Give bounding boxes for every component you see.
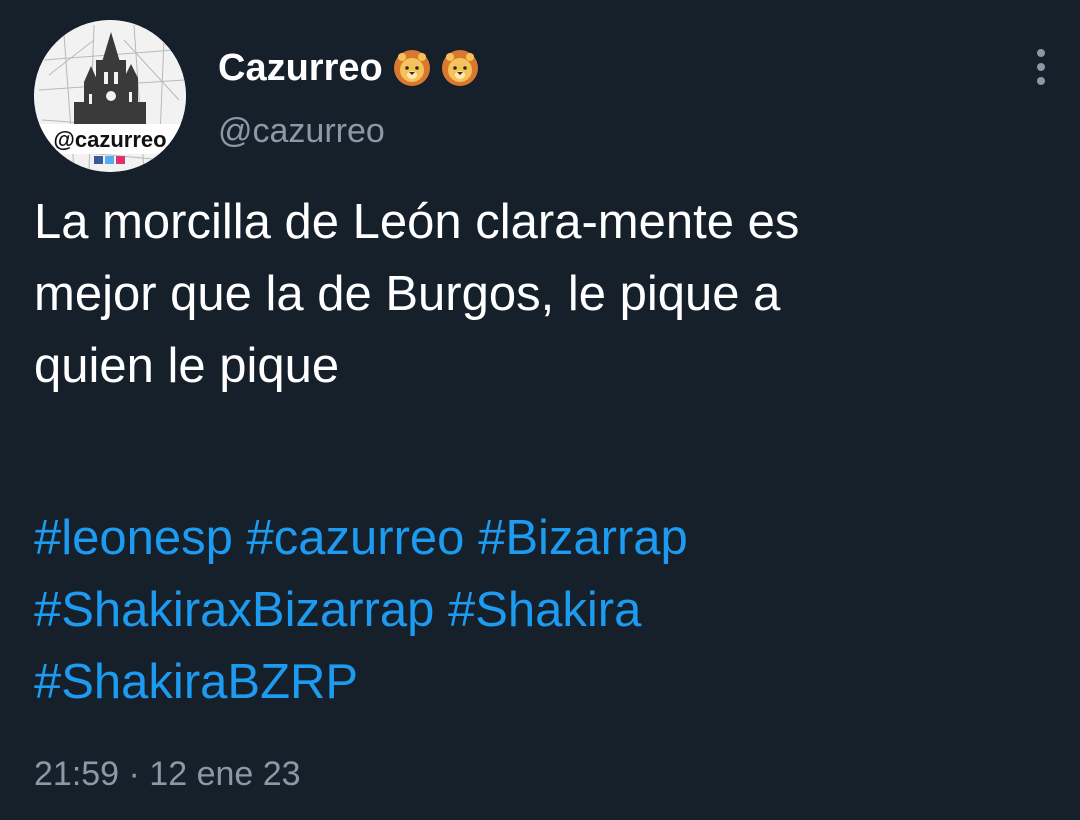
avatar-label: @cazurreo [53,127,166,152]
tweet-text: La morcilla de León clara-mente es mejor… [34,186,1044,402]
more-options-icon [1037,77,1045,85]
hashtag-link[interactable]: #cazurreo [247,511,465,565]
hashtag-line: #ShakiraxBizarrap #Shakira [34,574,1044,646]
hashtag-link[interactable]: #Bizarrap [478,511,688,565]
more-options-button[interactable] [1024,42,1058,92]
more-options-icon [1037,49,1045,57]
author-display-name[interactable]: Cazurreo [218,44,479,92]
hashtag-link[interactable]: #Shakira [448,583,641,637]
hashtag-line: #leonesp #cazurreo #Bizarrap [34,502,1044,574]
tweet-text-line: quien le pique [34,339,340,393]
lion-face-icon [441,50,478,86]
more-options-icon [1037,63,1045,71]
hashtag-line: #ShakiraBZRP [34,646,1044,718]
author-handle[interactable]: @cazurreo [218,110,385,152]
lion-face-icon [393,50,430,86]
tweet-detail: @cazurreo Cazurreo @cazurreo La morcilla… [0,0,1080,820]
tweet-timestamp[interactable]: 21:59 · 12 ene 23 [34,752,301,796]
hashtag-link[interactable]: #ShakiraxBizarrap [34,583,434,637]
hashtag-link[interactable]: #leonesp [34,511,233,565]
tweet-text-line: La morcilla de León clara-mente es [34,195,800,249]
avatar[interactable]: @cazurreo [34,20,186,172]
avatar-image: @cazurreo [34,20,186,172]
display-name-text: Cazurreo [218,47,383,89]
tweet-text-line: mejor que la de Burgos, le pique a [34,267,781,321]
hashtag-link[interactable]: #ShakiraBZRP [34,655,358,709]
hashtag-block: #leonesp #cazurreo #Bizarrap #ShakiraxBi… [34,502,1044,718]
